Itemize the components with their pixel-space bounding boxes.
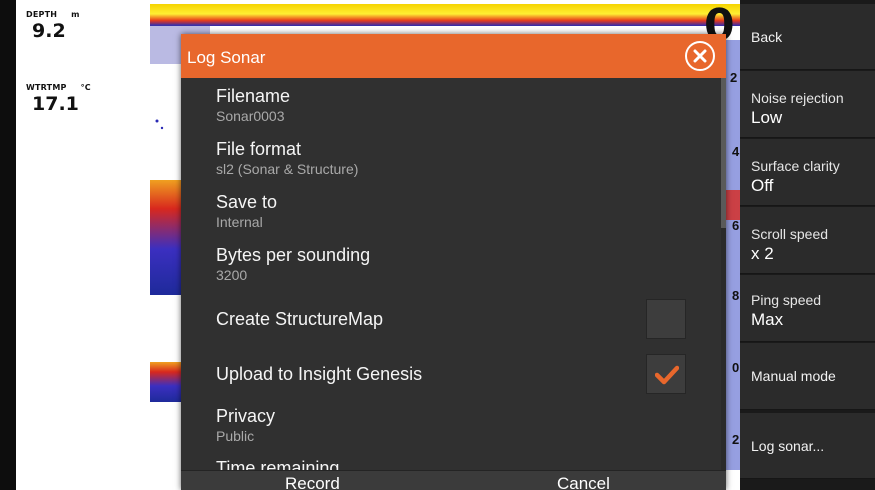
filename-row[interactable]: Filename Sonar0003 [216, 86, 290, 124]
close-button[interactable] [685, 41, 715, 71]
screen-edge [0, 0, 16, 490]
ping-speed-value: Max [751, 310, 784, 329]
target-dot [155, 119, 159, 123]
save-to-label: Save to [216, 192, 278, 212]
bytes-per-sounding-label: Bytes per sounding [216, 245, 371, 265]
dialog-title: Log Sonar [187, 48, 266, 67]
depth-scale-label: 2 [732, 432, 740, 447]
depth-label: DEPTH [26, 10, 58, 19]
dialog-footer: Record Cancel [181, 470, 726, 490]
instrument-panel: DEPTH m 9.2 WTRTMP °C 17.1 [16, 0, 150, 490]
filename-value: Sonar0003 [216, 108, 285, 124]
scroll-speed-label: Scroll speed [751, 226, 829, 242]
surface-clarity-item[interactable]: Surface clarity Off [740, 139, 875, 206]
water-temp-label: WTRTMP [26, 83, 67, 92]
file-format-value: sl2 (Sonar & Structure) [216, 161, 359, 177]
create-structuremap-label: Create StructureMap [216, 309, 384, 329]
checkmark-icon [655, 365, 679, 385]
upload-insight-genesis-label: Upload to Insight Genesis [216, 364, 423, 384]
depth-scale-label: 4 [732, 144, 740, 159]
back-button[interactable]: Back [740, 4, 875, 70]
depth-unit: m [71, 10, 80, 19]
ping-speed-label: Ping speed [751, 292, 822, 308]
water-temp-unit: °C [80, 83, 91, 92]
dialog-body: Filename Sonar0003 File format sl2 (Sona… [181, 78, 726, 490]
depth-scale-label: 8 [732, 288, 740, 303]
file-format-row[interactable]: File format sl2 (Sonar & Structure) [216, 139, 358, 177]
surface-return [150, 4, 740, 26]
water-temp-value: 17.1 [32, 93, 79, 115]
surface-clarity-label: Surface clarity [751, 158, 840, 174]
water-temp-readout: WTRTMP °C 17.1 [26, 83, 91, 115]
record-button[interactable]: Record [285, 474, 340, 490]
fish-band-upper [150, 180, 182, 295]
close-icon [693, 49, 707, 63]
save-to-value: Internal [216, 214, 263, 230]
target-dot [160, 126, 164, 130]
fish-band-lower [150, 362, 182, 402]
file-format-label: File format [216, 139, 302, 159]
depth-scale-label: 0 [732, 360, 740, 375]
sonar-menu: Back Noise rejection Low Surface clarity… [740, 0, 875, 490]
upload-insight-genesis-checkbox[interactable] [646, 354, 686, 394]
manual-mode-item[interactable]: Manual mode [740, 343, 875, 410]
dialog-scrollbar-thumb[interactable] [721, 78, 726, 228]
filename-label: Filename [216, 86, 291, 106]
noise-rejection-label: Noise rejection [751, 90, 844, 106]
bytes-per-sounding-value: 3200 [216, 267, 248, 283]
depth-value: 9.2 [32, 20, 66, 42]
privacy-value: Public [216, 428, 255, 444]
ping-speed-item[interactable]: Ping speed Max [740, 275, 875, 342]
noise-rejection-value: Low [751, 108, 783, 127]
depth-scale-label: 2 [730, 70, 738, 85]
cancel-button[interactable]: Cancel [557, 474, 610, 490]
bytes-per-sounding-row[interactable]: Bytes per sounding 3200 [216, 245, 370, 283]
noise-rejection-item[interactable]: Noise rejection Low [740, 71, 875, 138]
save-to-row[interactable]: Save to Internal [216, 192, 277, 230]
depth-scale-label: 6 [732, 218, 740, 233]
privacy-label: Privacy [216, 406, 276, 426]
right-bottom-band [726, 190, 740, 220]
create-structuremap-checkbox[interactable] [646, 299, 686, 339]
dialog-header: Log Sonar [181, 34, 726, 78]
scroll-speed-value: x 2 [751, 244, 774, 263]
log-sonar-item[interactable]: Log sonar... [740, 413, 875, 479]
log-sonar-dialog: Log Sonar Filename Sonar0003 File format… [181, 34, 726, 490]
depth-readout: DEPTH m 9.2 [26, 10, 80, 42]
scroll-speed-item[interactable]: Scroll speed x 2 [740, 207, 875, 274]
privacy-row[interactable]: Privacy Public [216, 406, 275, 444]
surface-clarity-value: Off [751, 176, 774, 195]
